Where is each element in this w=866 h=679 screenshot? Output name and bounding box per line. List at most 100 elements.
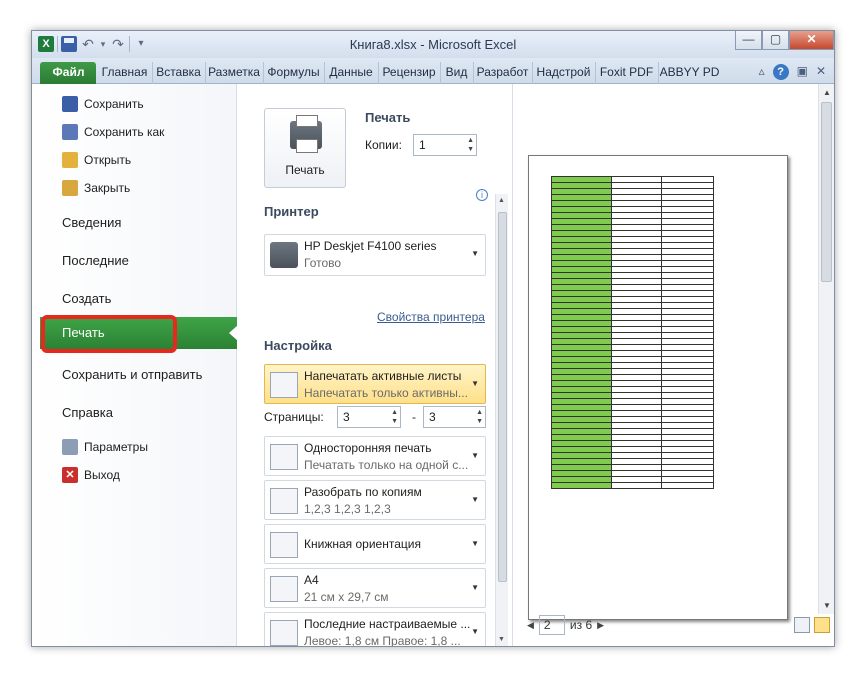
scroll-down-icon[interactable]: ▼ [823,601,831,610]
minimize-ribbon-icon[interactable]: ▵ [759,64,765,80]
scroll-thumb[interactable] [821,102,832,282]
collate-icon [270,488,298,514]
nav-save-send[interactable]: Сохранить и отправить [62,367,202,382]
nav-options[interactable]: Параметры [62,439,148,455]
tab-insert[interactable]: Вставка [152,62,204,84]
sides-sub: Печатать только на одной с... [304,458,469,472]
settings-scrollbar[interactable]: ▲ ▼ [495,194,508,646]
scroll-down-icon[interactable]: ▼ [498,636,505,643]
scroll-thumb[interactable] [498,212,507,582]
print-button-label: Печать [285,163,325,177]
pages-dash: - [412,410,416,424]
printer-select[interactable]: HP Deskjet F4100 series Готово ▼ [264,234,486,276]
chevron-down-icon: ▼ [471,495,479,504]
nav-exit[interactable]: ✕ Выход [62,467,120,483]
nav-exit-label: Выход [84,468,120,482]
nav-open-label: Открыть [84,153,132,167]
tab-addins[interactable]: Надстрой [532,62,594,84]
save-icon [62,96,78,112]
chevron-down-icon: ▼ [471,451,479,460]
close-folder-icon [62,180,78,196]
tab-home[interactable]: Главная [98,62,150,84]
close-workbook-icon[interactable]: ✕ [816,64,826,80]
paper-main: A4 [304,573,319,587]
info-icon[interactable]: i [476,189,488,201]
ribbon-tabs: Файл Главная Вставка Разметка Формулы Да… [32,58,834,84]
ribbon-controls: ▵ ? ▣ ✕ [759,64,826,80]
chevron-down-icon: ▼ [471,249,479,258]
pages-from-input[interactable]: 3 ▲ ▼ [337,406,401,428]
tab-formulas[interactable]: Формулы [263,62,323,84]
tab-file[interactable]: Файл [40,62,96,84]
margins-select[interactable]: Последние настраиваемые ... Левое: 1,8 с… [264,612,486,646]
save-as-icon [62,124,78,140]
chevron-down-icon: ▼ [471,539,479,548]
restore-workbook-icon[interactable]: ▣ [797,64,808,80]
print-button[interactable]: Печать [264,108,346,188]
sides-select[interactable]: Односторонняя печать Печатать только на … [264,436,486,476]
pages-to-input[interactable]: 3 ▲ ▼ [423,406,486,428]
backstage-view: Сохранить Сохранить как Открыть Закрыть … [32,84,834,646]
margins-main: Последние настраиваемые ... [304,617,471,631]
show-margins-icon[interactable] [794,617,810,633]
orientation-main: Книжная ориентация [304,537,421,551]
nav-close-label: Закрыть [84,181,131,195]
next-page-icon[interactable]: ▶ [597,620,604,631]
orientation-select[interactable]: Книжная ориентация ▼ [264,524,486,564]
chevron-down-icon: ▼ [471,627,479,636]
zoom-to-page-icon[interactable] [814,617,830,633]
print-settings-panel: Печать Печать Копии: 1 ▲ ▼ Принтер i HP D… [238,84,508,646]
page-number-input[interactable]: 2 [538,615,565,635]
tab-page-layout[interactable]: Разметка [205,62,262,84]
tab-review[interactable]: Рецензир [378,62,439,84]
nav-help[interactable]: Справка [62,405,113,420]
nav-save-as-label: Сохранить как [84,125,165,139]
tab-developer[interactable]: Разработ [473,62,531,84]
page-count: из 6 [569,618,593,632]
pages-from-stepper-icon[interactable]: ▲ ▼ [391,408,398,426]
help-icon[interactable]: ? [772,64,789,80]
prev-page-icon[interactable]: ◀ [527,620,534,631]
nav-recent[interactable]: Последние [62,253,129,268]
tab-foxit-pdf[interactable]: Foxit PDF [595,62,657,84]
paper-size-select[interactable]: A4 21 см x 29,7 см ▼ [264,568,486,608]
collate-sub: 1,2,3 1,2,3 1,2,3 [304,502,391,516]
preview-scrollbar[interactable]: ▲ ▼ [818,84,834,614]
pages-to-stepper-icon[interactable]: ▲ ▼ [476,408,483,426]
copies-input[interactable]: 1 ▲ ▼ [413,134,477,156]
preview-row [551,482,714,489]
printer-section-title: Принтер [264,204,319,219]
paper-icon [270,576,298,602]
minimize-button[interactable]: — [735,31,762,50]
maximize-button[interactable]: ▢ [762,31,789,50]
pages-from-value: 3 [343,410,350,424]
nav-save[interactable]: Сохранить [62,96,144,112]
tab-view[interactable]: Вид [440,62,472,84]
tab-data[interactable]: Данные [324,62,377,84]
scroll-up-icon[interactable]: ▲ [498,197,505,204]
nav-new[interactable]: Создать [62,291,111,306]
portrait-icon [270,532,298,558]
scroll-up-icon[interactable]: ▲ [823,88,831,97]
sides-main: Односторонняя печать [304,441,432,455]
print-scope-select[interactable]: Напечатать активные листы Напечатать тол… [264,364,486,404]
preview-cell [611,482,662,489]
nav-open[interactable]: Открыть [62,152,131,168]
collate-select[interactable]: Разобрать по копиям 1,2,3 1,2,3 1,2,3 ▼ [264,480,486,520]
preview-view-buttons [794,617,830,633]
tab-abbyy-pdf[interactable]: ABBYY PD [658,62,720,84]
nav-save-label: Сохранить [84,97,144,111]
close-button[interactable]: ✕ [789,31,834,50]
printer-properties-link[interactable]: Свойства принтера [377,310,485,324]
copies-stepper-icon[interactable]: ▲ ▼ [467,136,474,154]
print-section-title: Печать [365,110,411,125]
nav-close[interactable]: Закрыть [62,180,130,196]
preview-page [528,155,788,620]
pages-label: Страницы: [264,410,324,424]
nav-info[interactable]: Сведения [62,215,121,230]
title-bar: X ↶ ▾ ↷ ▾ Книга8.xlsx - Microsoft Excel … [32,31,834,58]
window-title: Книга8.xlsx - Microsoft Excel [349,37,517,52]
collate-main: Разобрать по копиям [304,485,422,499]
nav-save-as[interactable]: Сохранить как [62,124,164,140]
excel-window: X ↶ ▾ ↷ ▾ Книга8.xlsx - Microsoft Excel … [31,30,835,647]
